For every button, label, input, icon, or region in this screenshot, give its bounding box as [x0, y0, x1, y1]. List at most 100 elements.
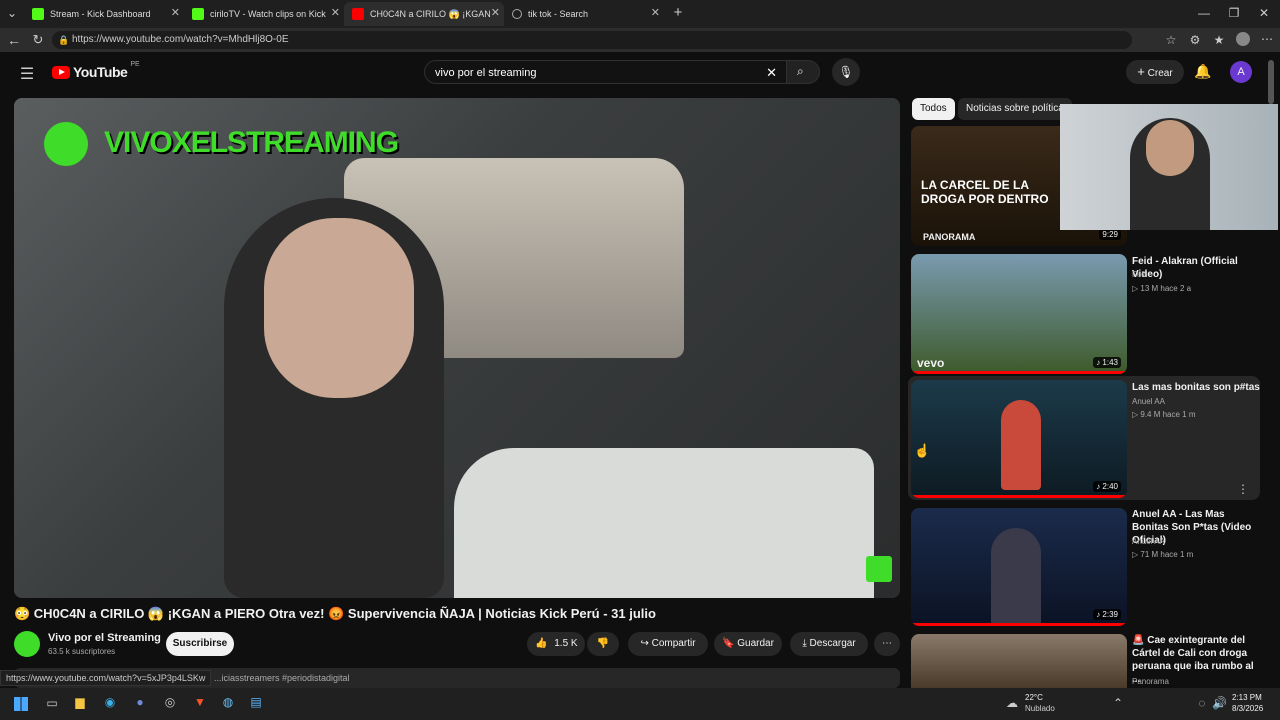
task-view-icon[interactable]: ▭ — [44, 696, 60, 710]
page-scrollbar[interactable] — [1268, 60, 1274, 104]
youtube-header: ☰ YouTube PE vivo por el streaming ✕ ⌕ 🎙… — [0, 52, 1280, 92]
collections-icon[interactable]: ★ — [1212, 33, 1226, 47]
discord-icon[interactable]: ● — [132, 695, 148, 709]
account-avatar[interactable]: A — [1230, 61, 1252, 83]
address-bar-row: ← ↻ 🔒 https://www.youtube.com/watch?v=Mh… — [0, 28, 1280, 52]
status-url-tooltip: https://www.youtube.com/watch?v=5xJP3p4L… — [0, 670, 212, 686]
avatar-letter: A — [1237, 66, 1245, 78]
search-input[interactable]: vivo por el streaming ✕ — [424, 60, 788, 84]
hashtags: ...iciasstreamers #periodistadigital — [214, 673, 350, 683]
save-label: Guardar — [737, 638, 774, 649]
progress-bar — [911, 371, 1127, 374]
volume-icon[interactable]: 🔊 — [1212, 696, 1227, 710]
related-video-thumbnail[interactable]: ♪ 2:40 — [911, 380, 1127, 498]
related-video-thumbnail[interactable]: ♪ 2:39 — [911, 508, 1127, 626]
close-icon[interactable]: ✕ — [491, 6, 500, 19]
duration-badge: ♪ 1:43 — [1093, 357, 1121, 368]
subscribe-button[interactable]: Suscribirse — [166, 632, 234, 656]
thumb-text: LA CARCEL DE LA DROGA POR DENTRO — [921, 178, 1049, 206]
steam-icon[interactable]: ◍ — [220, 695, 236, 709]
edge-browser-icon[interactable]: ◉ — [102, 695, 118, 709]
notepad-icon[interactable]: ▤ — [248, 695, 264, 709]
more-vertical-icon[interactable]: ⋮ — [1236, 482, 1250, 496]
favorite-star-icon[interactable]: ☆ — [1164, 33, 1178, 47]
close-icon[interactable]: ✕ — [171, 6, 180, 19]
tab-youtube-video[interactable]: CH0C4N a CIRILO 😱 ¡KGAN a ✕ — [344, 2, 504, 26]
download-label: Descargar — [809, 638, 856, 649]
tab-cirilo-clips[interactable]: ciriloTV - Watch clips on Kick ✕ — [184, 2, 344, 26]
weather-desc: Nublado — [1025, 704, 1055, 713]
related-video-channel[interactable]: Anuel AA — [1132, 397, 1165, 406]
wifi-icon[interactable]: ◌ — [1196, 696, 1208, 710]
related-video-title[interactable]: Las mas bonitas son p#tas — [1132, 381, 1262, 394]
related-video-channel[interactable]: Feid — [1132, 270, 1148, 279]
windows-taskbar: ▭ ▆ ◉ ● ◎ ▼ ◍ ▤ ☁ 22°C Nublado ⌃ ◌ 🔊 2:1… — [0, 688, 1280, 720]
dislike-button[interactable]: 👎 — [587, 632, 619, 656]
chip-noticias[interactable]: Noticias sobre política — [958, 98, 1072, 120]
restore-icon[interactable]: ❐ — [1226, 6, 1242, 20]
channel-avatar[interactable] — [14, 631, 40, 657]
clock-time[interactable]: 2:13 PM — [1232, 693, 1262, 702]
tab-title: tik tok - Search — [528, 9, 589, 19]
extensions-icon[interactable]: ⚙ — [1188, 33, 1202, 47]
lock-icon: 🔒 — [58, 35, 70, 45]
related-video-channel[interactable]: Anuel AA — [1132, 537, 1165, 546]
clear-search-icon[interactable]: ✕ — [766, 61, 777, 85]
window-close-icon[interactable]: ✕ — [1256, 6, 1272, 20]
tray-chevron-icon[interactable]: ⌃ — [1112, 696, 1124, 710]
search-icon — [512, 9, 522, 19]
person-face — [264, 218, 414, 398]
progress-bar — [911, 623, 1127, 626]
more-actions-button[interactable]: ⋯ — [874, 632, 900, 656]
channel-name[interactable]: Vivo por el Streaming — [48, 632, 161, 644]
plus-icon: + — [1137, 64, 1145, 79]
video-player[interactable]: VIVOXELSTREAMING — [14, 98, 900, 598]
video-overlay-text: VIVOXELSTREAMING — [104, 126, 399, 159]
download-button[interactable]: ⤓ Descargar — [790, 632, 868, 656]
related-video-channel[interactable]: Panorama — [1132, 677, 1169, 686]
tab-tiktok-search[interactable]: tik tok - Search ✕ — [504, 2, 664, 26]
search-button[interactable]: ⌕ — [786, 60, 820, 84]
related-video-meta: ▷ 71 M hace 1 m — [1132, 550, 1194, 559]
clock-date[interactable]: 8/3/2026 — [1232, 704, 1263, 713]
hamburger-menu-icon[interactable]: ☰ — [18, 64, 36, 84]
new-tab-icon[interactable]: + — [670, 4, 686, 21]
brave-icon[interactable]: ▼ — [192, 695, 208, 709]
voice-search-button[interactable]: 🎙 — [832, 58, 860, 86]
reload-icon[interactable]: ↻ — [30, 32, 46, 48]
minimize-icon[interactable]: — — [1196, 6, 1212, 20]
browser-tab-strip: ⌄ Stream - Kick Dashboard ✕ ciriloTV - W… — [0, 0, 1280, 28]
youtube-logo[interactable]: YouTube PE — [52, 61, 140, 80]
chip-todos[interactable]: Todos — [912, 98, 955, 120]
related-video-title[interactable]: Feid - Alakran (Official Video) — [1132, 255, 1262, 281]
youtube-play-icon — [52, 65, 70, 79]
close-icon[interactable]: ✕ — [651, 6, 660, 19]
tab-list-icon[interactable]: ⌄ — [4, 6, 20, 20]
tab-title: CH0C4N a CIRILO 😱 ¡KGAN a — [370, 8, 490, 19]
related-video-thumbnail[interactable]: vevo ♪ 1:43 — [911, 254, 1127, 374]
tab-kick-dashboard[interactable]: Stream - Kick Dashboard ✕ — [24, 2, 184, 26]
back-icon[interactable]: ← — [6, 32, 22, 48]
thumb-figure — [1001, 400, 1041, 490]
profile-icon[interactable] — [1236, 32, 1250, 46]
close-icon[interactable]: ✕ — [331, 6, 340, 19]
url-field[interactable]: 🔒 https://www.youtube.com/watch?v=MhdHlj… — [52, 31, 1132, 49]
create-button[interactable]: + Crear — [1126, 60, 1184, 84]
like-button[interactable]: 👍 1.5 K — [527, 632, 585, 656]
share-button[interactable]: ↪ Compartir — [628, 632, 708, 656]
more-menu-icon[interactable]: ⋯ — [1260, 32, 1274, 46]
start-windows-icon[interactable] — [14, 697, 28, 711]
obs-icon[interactable]: ◎ — [162, 695, 178, 709]
file-explorer-icon[interactable]: ▆ — [72, 695, 88, 709]
duration-badge: ♪ 2:39 — [1093, 609, 1121, 620]
more-horizontal-icon: ⋯ — [882, 638, 892, 649]
related-video-meta: ▷ 9.4 M hace 1 m — [1132, 410, 1196, 419]
bag-shape — [454, 448, 874, 598]
tab-title: ciriloTV - Watch clips on Kick — [210, 9, 326, 19]
duration-badge: 9:29 — [1099, 229, 1121, 240]
notifications-bell-icon[interactable]: 🔔 — [1194, 63, 1211, 80]
kick-icon — [32, 8, 44, 20]
save-button[interactable]: 🔖 Guardar — [714, 632, 782, 656]
corner-logo-icon — [866, 556, 892, 582]
related-video-thumbnail[interactable] — [911, 634, 1127, 688]
